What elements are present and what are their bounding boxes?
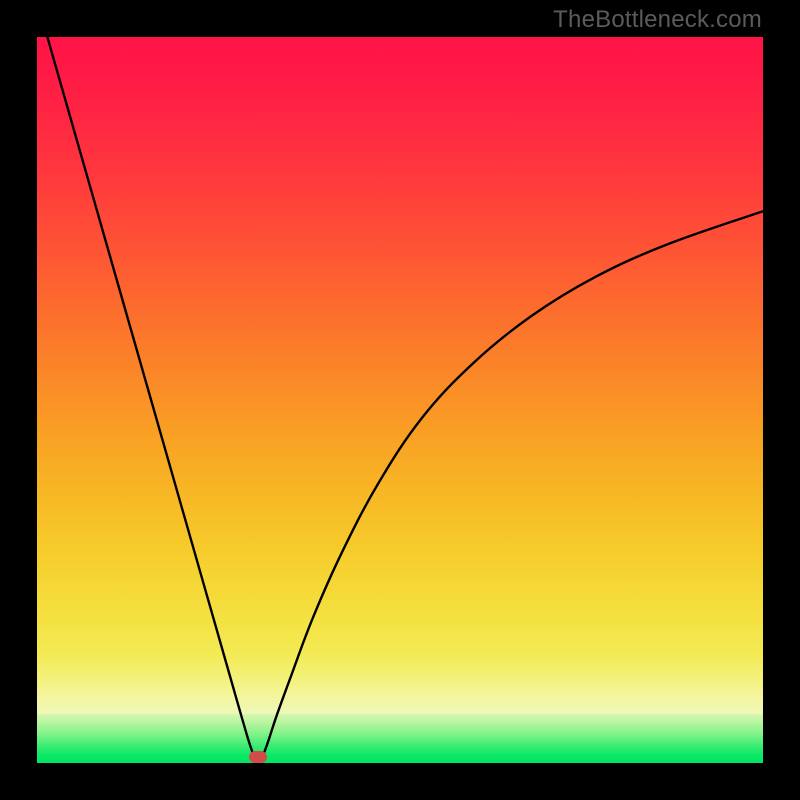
curve-svg <box>37 37 763 763</box>
watermark-text: TheBottleneck.com <box>553 6 762 34</box>
plot-area <box>37 37 763 763</box>
chart-frame: TheBottleneck.com <box>0 0 800 800</box>
bottleneck-curve <box>37 37 763 763</box>
optimal-point-marker <box>249 751 267 763</box>
